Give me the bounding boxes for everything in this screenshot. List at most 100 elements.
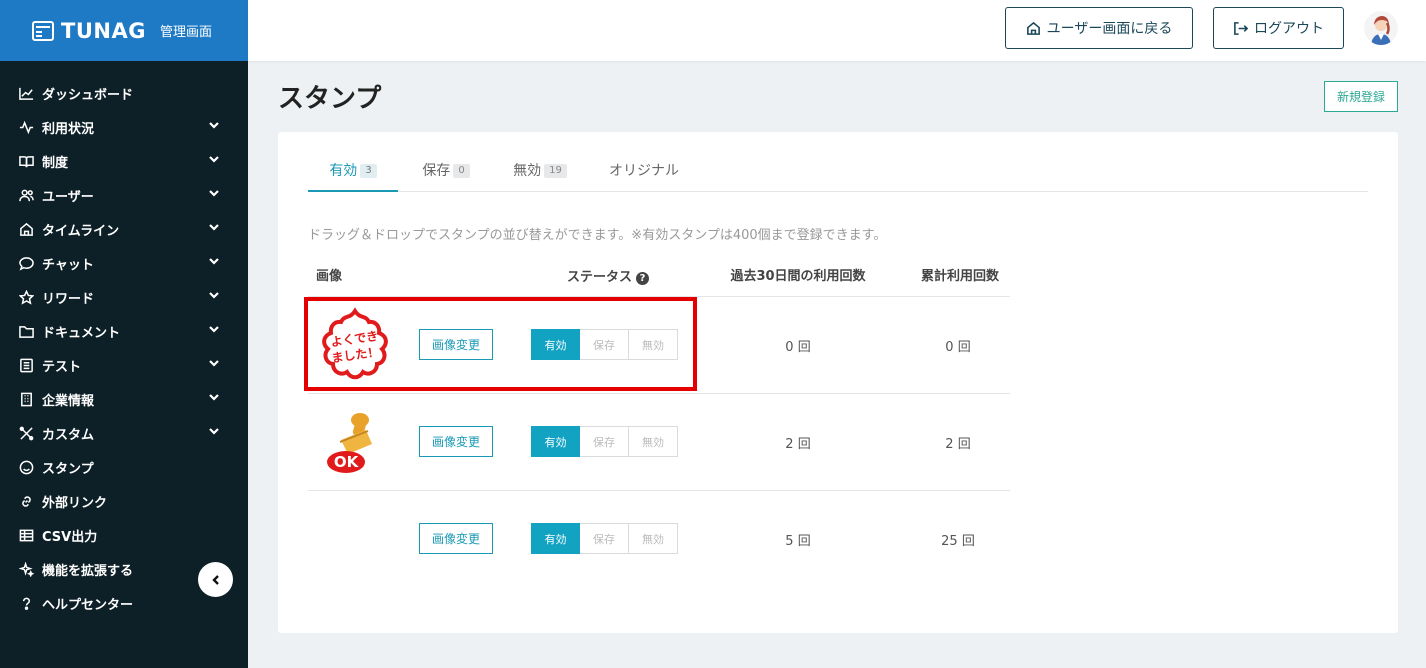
logout-label: ログアウト bbox=[1254, 21, 1324, 37]
column-header-image: 画像 bbox=[316, 269, 343, 284]
sidebar-item-label: 外部リンク bbox=[42, 495, 108, 511]
status-active-button[interactable]: 有効 bbox=[531, 523, 580, 554]
user-screen-button[interactable]: ユーザー画面に戻る bbox=[1005, 7, 1193, 49]
usage-last30: 0 回 bbox=[785, 340, 811, 355]
tab-label: 無効 bbox=[513, 163, 542, 179]
sidebar-item-timeline[interactable]: タイムライン bbox=[0, 212, 248, 246]
chevron-down-icon bbox=[208, 221, 220, 237]
status-active-button[interactable]: 有効 bbox=[531, 426, 580, 457]
reorder-description: ドラッグ＆ドロップでスタンプの並び替えができます。※有効スタンプは400個まで登… bbox=[308, 228, 887, 243]
tab-active[interactable]: 有効 3 bbox=[308, 154, 398, 192]
user-screen-label: ユーザー画面に戻る bbox=[1046, 21, 1173, 37]
top-header: ユーザー画面に戻る ログアウト bbox=[248, 0, 1426, 61]
table-row[interactable]: OK 画像変更 有効 保存 無効 2 回 2 回 bbox=[308, 394, 1010, 491]
status-disabled-button[interactable]: 無効 bbox=[629, 426, 678, 457]
sidebar-item-label: リワード bbox=[42, 291, 95, 307]
sidebar-item-label: 企業情報 bbox=[42, 393, 95, 409]
sidebar-item-custom[interactable]: カスタム bbox=[0, 416, 248, 450]
logout-icon bbox=[1234, 21, 1248, 35]
tab-label: 保存 bbox=[422, 163, 451, 179]
book-icon bbox=[18, 153, 34, 169]
brand-name: TUNAG bbox=[61, 18, 146, 43]
chevron-down-icon bbox=[208, 425, 220, 441]
sidebar-item-usage[interactable]: 利用状況 bbox=[0, 110, 248, 144]
sidebar-item-stamp[interactable]: スタンプ bbox=[0, 450, 248, 484]
chart-icon bbox=[18, 85, 34, 101]
column-header-status: ステータス ? bbox=[567, 260, 650, 296]
tools-icon bbox=[18, 425, 34, 441]
sidebar-nav: ダッシュボード 利用状況 制度 ユーザー タイムライン チャット リワード ドキ… bbox=[0, 61, 248, 620]
sidebar-item-label: 機能を拡張する bbox=[42, 563, 134, 579]
chevron-down-icon bbox=[208, 289, 220, 305]
collapse-sidebar-button[interactable] bbox=[198, 562, 233, 597]
tab-label: 有効 bbox=[329, 163, 358, 179]
tab-disabled[interactable]: 無効 19 bbox=[504, 154, 576, 192]
stamp-text-ok: OK bbox=[334, 453, 360, 471]
table-row[interactable]: 画像変更 有効 保存 無効 5 回 25 回 bbox=[308, 491, 1010, 588]
sidebar-item-label: カスタム bbox=[42, 427, 95, 443]
help-icon[interactable]: ? bbox=[636, 271, 650, 285]
brand-header[interactable]: TUNAG 管理画面 bbox=[0, 0, 248, 61]
avatar[interactable] bbox=[1364, 11, 1398, 45]
sidebar-item-chat[interactable]: チャット bbox=[0, 246, 248, 280]
users-icon bbox=[18, 187, 34, 203]
star-icon bbox=[18, 289, 34, 305]
usage-last30: 2 回 bbox=[785, 437, 811, 452]
change-image-button[interactable]: 画像変更 bbox=[419, 426, 493, 457]
column-header-status-label: ステータス bbox=[567, 270, 633, 285]
chevron-down-icon bbox=[208, 357, 220, 373]
link-icon bbox=[18, 493, 34, 509]
status-disabled-button[interactable]: 無効 bbox=[629, 523, 678, 554]
sidebar-item-label: ダッシュボード bbox=[42, 87, 134, 103]
usage-total: 25 回 bbox=[941, 534, 975, 549]
tab-original[interactable]: オリジナル bbox=[600, 154, 688, 192]
sidebar-item-label: 制度 bbox=[42, 155, 69, 171]
sidebar-item-test[interactable]: テスト bbox=[0, 348, 248, 382]
smile-icon bbox=[18, 459, 34, 475]
sidebar-item-system[interactable]: 制度 bbox=[0, 144, 248, 178]
sidebar: TUNAG 管理画面 ダッシュボード 利用状況 制度 ユーザー タイムライン チ… bbox=[0, 0, 248, 668]
sidebar-item-company[interactable]: 企業情報 bbox=[0, 382, 248, 416]
sidebar-item-label: タイムライン bbox=[42, 223, 120, 239]
logout-button[interactable]: ログアウト bbox=[1213, 7, 1344, 49]
brand-subtitle: 管理画面 bbox=[159, 25, 212, 40]
sidebar-item-document[interactable]: ドキュメント bbox=[0, 314, 248, 348]
chevron-down-icon bbox=[208, 119, 220, 135]
sidebar-item-label: テスト bbox=[42, 359, 82, 375]
chevron-left-icon bbox=[211, 574, 219, 585]
chevron-down-icon bbox=[208, 391, 220, 407]
change-image-button[interactable]: 画像変更 bbox=[419, 523, 493, 554]
logo: TUNAG bbox=[32, 19, 146, 43]
home-icon bbox=[1026, 21, 1040, 35]
status-toggle: 有効 保存 無効 bbox=[531, 523, 678, 554]
chat-icon bbox=[18, 255, 34, 271]
status-tabs: 有効 3 保存 0 無効 19 オリジナル bbox=[308, 154, 1368, 192]
sidebar-item-label: ユーザー bbox=[42, 189, 94, 205]
building-icon bbox=[18, 391, 34, 407]
home-icon bbox=[18, 221, 34, 237]
sidebar-item-label: ドキュメント bbox=[42, 325, 121, 341]
tab-count: 19 bbox=[544, 164, 567, 178]
highlight-box bbox=[304, 297, 697, 391]
sidebar-item-csv[interactable]: CSV出力 bbox=[0, 518, 248, 552]
sidebar-item-reward[interactable]: リワード bbox=[0, 280, 248, 314]
sidebar-item-users[interactable]: ユーザー bbox=[0, 178, 248, 212]
status-saved-button[interactable]: 保存 bbox=[580, 426, 629, 457]
stamp-image-blank bbox=[316, 501, 394, 579]
tab-count: 3 bbox=[360, 164, 377, 178]
chevron-down-icon bbox=[208, 323, 220, 339]
usage-total: 2 回 bbox=[945, 437, 971, 452]
sidebar-item-external-link[interactable]: 外部リンク bbox=[0, 484, 248, 518]
table-icon bbox=[18, 527, 34, 543]
checklist-icon bbox=[18, 357, 34, 373]
new-register-button[interactable]: 新規登録 bbox=[1324, 81, 1398, 112]
sidebar-item-label: 利用状況 bbox=[42, 121, 95, 137]
sidebar-item-dashboard[interactable]: ダッシュボード bbox=[0, 76, 248, 110]
folder-icon bbox=[18, 323, 34, 339]
tab-saved[interactable]: 保存 0 bbox=[410, 154, 482, 192]
usage-total: 0 回 bbox=[945, 340, 971, 355]
column-header-total: 累計利用回数 bbox=[920, 269, 999, 284]
column-header-last30: 過去30日間の利用回数 bbox=[730, 269, 866, 284]
activity-icon bbox=[18, 119, 34, 135]
status-saved-button[interactable]: 保存 bbox=[580, 523, 629, 554]
